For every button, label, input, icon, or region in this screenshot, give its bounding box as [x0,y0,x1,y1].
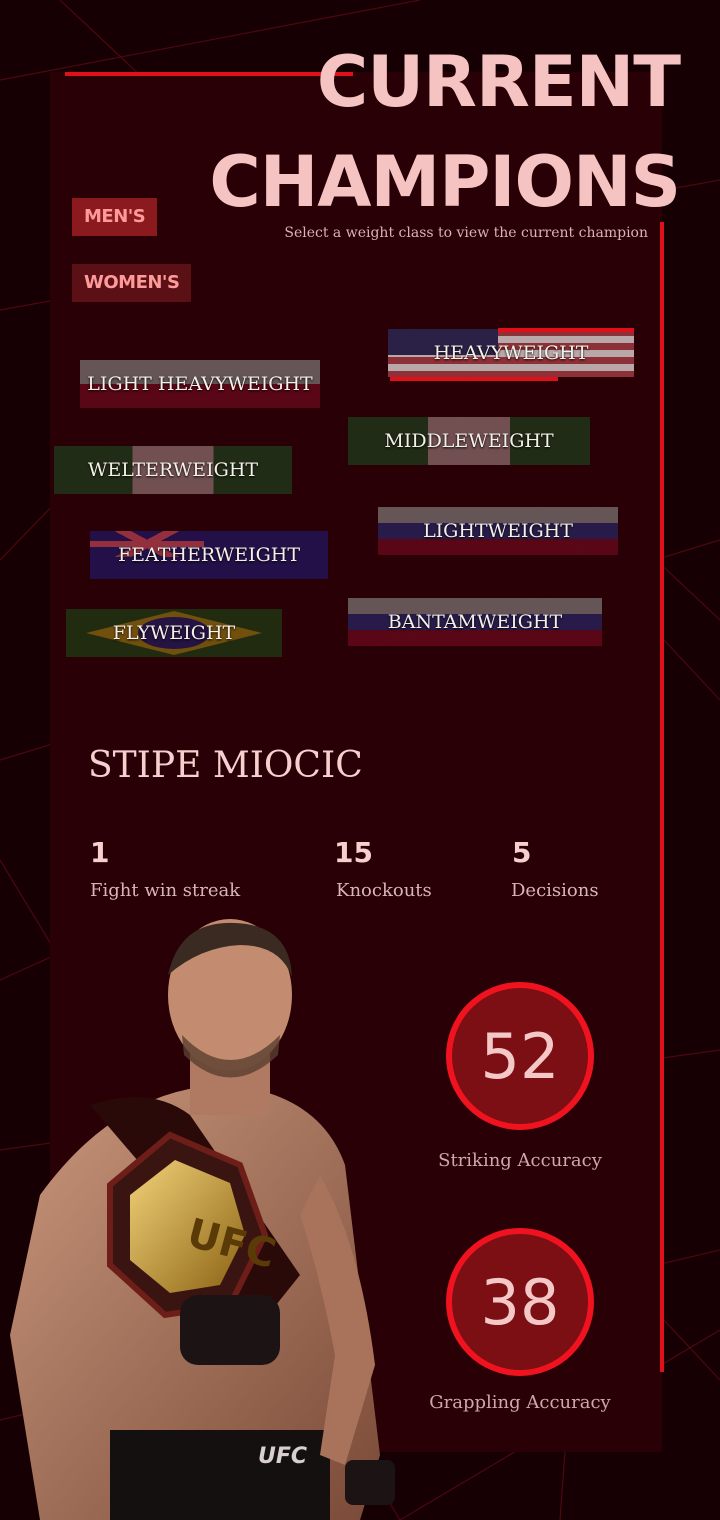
tab-mens[interactable]: MEN'S [72,198,158,236]
weightclass-label: WELTERWEIGHT [87,459,259,481]
stat-value-decisions: 5 [512,836,532,869]
tab-womens[interactable]: WOMEN'S [72,264,192,302]
weightclass-flyweight[interactable]: FLYWEIGHT [66,609,282,657]
weightclass-bantamweight[interactable]: BANTAMWEIGHT [348,598,602,646]
page-title: CURRENT CHAMPIONS [209,32,681,232]
weightclass-label: LIGHT HEAVYWEIGHT [87,373,313,395]
weightclass-heavyweight[interactable]: HEAVYWEIGHT [388,329,634,377]
weightclass-label: HEAVYWEIGHT [433,342,589,364]
title-line-1: CURRENT [316,41,681,123]
champion-name: STIPE MIOCIC [88,745,363,786]
page-subtitle: Select a weight class to view the curren… [284,225,648,241]
svg-text:UFC: UFC [258,1444,307,1469]
heavyweight-accent-bottom [390,377,558,381]
weightclass-middleweight[interactable]: MIDDLEWEIGHT [348,417,590,465]
grappling-accuracy-ring: 38 [446,1228,594,1376]
weightclass-featherweight[interactable]: FEATHERWEIGHT [90,531,328,579]
weightclass-welterweight[interactable]: WELTERWEIGHT [54,446,292,494]
champion-photo: UFC UFC [10,919,395,1520]
stat-label-win-streak: Fight win streak [90,880,241,901]
stat-label-decisions: Decisions [511,880,599,901]
weightclass-label: LIGHTWEIGHT [423,520,573,542]
weightclass-label: BANTAMWEIGHT [387,611,563,633]
stat-value-win-streak: 1 [90,836,110,869]
weightclass-light-heavyweight[interactable]: LIGHT HEAVYWEIGHT [80,360,320,408]
weightclass-label: MIDDLEWEIGHT [384,430,554,452]
weightclass-label: FLYWEIGHT [112,622,236,644]
weightclass-lightweight[interactable]: LIGHTWEIGHT [378,507,618,555]
striking-accuracy-ring: 52 [446,982,594,1130]
stat-label-knockouts: Knockouts [336,880,432,901]
striking-accuracy-label: Striking Accuracy [438,1150,602,1171]
weightclass-label: FEATHERWEIGHT [117,544,301,566]
grappling-accuracy-label: Grappling Accuracy [429,1392,611,1413]
heavyweight-accent-top [498,328,634,332]
stat-value-knockouts: 15 [334,836,373,869]
title-line-2: CHAMPIONS [209,141,681,223]
accent-line-right [660,222,664,1372]
